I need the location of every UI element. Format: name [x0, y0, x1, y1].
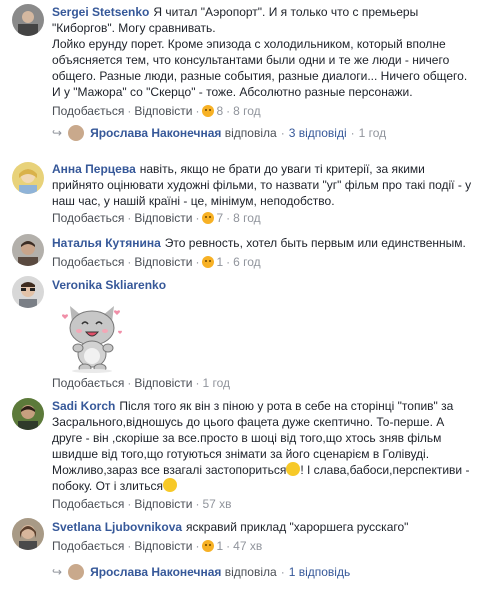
- like-button[interactable]: Подобається: [52, 211, 124, 225]
- timestamp[interactable]: 57 хв: [202, 497, 231, 511]
- comment-text: общего. Разные люди, разные события, раз…: [52, 69, 468, 83]
- reply-verb: відповіла: [224, 565, 277, 579]
- comment-author[interactable]: Svetlana Ljubovnikova: [52, 520, 182, 534]
- haha-reaction-icon[interactable]: [202, 256, 215, 268]
- reply-count: 3 відповіді: [288, 126, 347, 140]
- comment-text: Після того як він з піною у рота в себе …: [119, 399, 454, 413]
- reply-author: Ярослава Наконечная: [90, 126, 222, 140]
- timestamp[interactable]: 8 год: [233, 211, 261, 225]
- comment-body: Sergei Stetsenko Я читал "Аэропорт". И я …: [52, 4, 482, 100]
- comment-actions: Подобається · Відповісти · 1 · 47 хв: [52, 539, 263, 553]
- reply-button[interactable]: Відповісти: [134, 255, 192, 269]
- comment-actions: Подобається · Відповісти · 57 хв: [52, 497, 232, 511]
- comment-text: ! І слава,бабоси,перспективи -: [300, 463, 470, 477]
- comment-text: побоку. От і злиться: [52, 479, 164, 493]
- reply-author: Ярослава Наконечная: [90, 565, 222, 579]
- comment-actions: Подобається · Відповісти · 1 год: [52, 376, 230, 390]
- avatar[interactable]: [12, 398, 44, 430]
- comment-text: наш час, у нашій країні - це, мінімум, н…: [52, 194, 335, 208]
- avatar[interactable]: [12, 234, 44, 266]
- haha-reaction-icon[interactable]: [202, 105, 215, 117]
- reply-button[interactable]: Відповісти: [134, 211, 192, 225]
- comment-author[interactable]: Анна Перцева: [52, 162, 136, 176]
- comment-text: Лойко ерунду порет. Кроме эпизода с холо…: [52, 37, 446, 51]
- reaction-count[interactable]: 1: [216, 255, 223, 269]
- comment-body: Svetlana Ljubovnikova яскравий приклад "х…: [52, 519, 482, 535]
- cat-sticker-image[interactable]: [52, 298, 132, 374]
- reaction-count[interactable]: 8: [216, 104, 223, 118]
- comment-body: Наталья Кутянина Это ревность, хотел быть…: [52, 235, 482, 251]
- reaction-count[interactable]: 7: [216, 211, 223, 225]
- like-button[interactable]: Подобається: [52, 104, 124, 118]
- laughing-emoji-icon: [286, 462, 301, 476]
- comment-text: И у "Мажора" со "Скерцо" - тоже. Абсолют…: [52, 85, 413, 99]
- comment-author[interactable]: Sadi Korch: [52, 399, 115, 413]
- like-button[interactable]: Подобається: [52, 376, 124, 390]
- comment-text: навіть, якщо не брати до уваги ті критер…: [139, 162, 425, 176]
- reply-button[interactable]: Відповісти: [134, 104, 192, 118]
- like-button[interactable]: Подобається: [52, 539, 124, 553]
- comment-body: Sadi Korch Після того як він з піною у ро…: [52, 398, 482, 494]
- timestamp[interactable]: 8 год: [233, 104, 261, 118]
- comment-text: яскравий приклад "хароршега русскаго": [186, 520, 409, 534]
- replies-link[interactable]: ↪ Ярослава Наконечная відповіла · 3 відпові…: [52, 125, 386, 141]
- comment-author[interactable]: Sergei Stetsenko: [52, 5, 149, 19]
- comment-text: Я читал "Аэропорт". И я только что с пре…: [153, 5, 419, 19]
- avatar[interactable]: [12, 276, 44, 308]
- timestamp[interactable]: 47 хв: [233, 539, 262, 553]
- comment-text: прийнято оцінювати художні фільми, то на…: [52, 178, 472, 192]
- avatar[interactable]: [12, 162, 44, 194]
- timestamp[interactable]: 6 год: [233, 255, 261, 269]
- comment-text: Это ревность, хотел быть первым или един…: [164, 236, 466, 250]
- reply-count: 1 відповідь: [288, 565, 351, 579]
- comment-actions: Подобається · Відповісти · 8 · 8 год: [52, 104, 261, 118]
- comment-actions: Подобається · Відповісти · 1 · 6 год: [52, 255, 261, 269]
- like-button[interactable]: Подобається: [52, 497, 124, 511]
- reply-arrow-icon: ↪: [52, 565, 63, 579]
- comment-text: Засрального,відношусь до цього фацета ду…: [52, 415, 445, 429]
- comment-text: Можливо,зараз все взагалі застопориться: [52, 463, 287, 477]
- comment-text: швидше від того,що готуються знімати за …: [52, 447, 430, 461]
- comments-section: Sergei Stetsenko Я читал "Аэропорт". И я …: [0, 0, 497, 602]
- reply-button[interactable]: Відповісти: [134, 497, 192, 511]
- avatar[interactable]: [12, 518, 44, 550]
- timestamp: 1 год: [358, 126, 387, 140]
- reply-button[interactable]: Відповісти: [134, 539, 192, 553]
- comment-author[interactable]: Veronika Skliarenko: [52, 278, 166, 292]
- like-button[interactable]: Подобається: [52, 255, 124, 269]
- comment-body: Анна Перцева навіть, якщо не брати до ува…: [52, 161, 482, 209]
- reply-verb: відповіла: [224, 126, 277, 140]
- timestamp[interactable]: 1 год: [202, 376, 230, 390]
- haha-reaction-icon[interactable]: [202, 212, 215, 224]
- haha-reaction-icon[interactable]: [202, 540, 215, 552]
- reaction-count[interactable]: 1: [216, 539, 223, 553]
- comment-body: Veronika Skliarenko: [52, 277, 482, 293]
- comment-text: "Киборгов". Могу сравнивать.: [52, 21, 216, 35]
- comment-author[interactable]: Наталья Кутянина: [52, 236, 161, 250]
- smiling-emoji-icon: [163, 478, 178, 492]
- comment-text: друге - він ,скоріше за все.просто в шоц…: [52, 431, 442, 445]
- reply-button[interactable]: Відповісти: [134, 376, 192, 390]
- replies-link[interactable]: ↪ Ярослава Наконечная відповіла · 1 відпові…: [52, 564, 350, 580]
- avatar[interactable]: [12, 4, 44, 36]
- avatar: [68, 125, 85, 141]
- reply-arrow-icon: ↪: [52, 126, 63, 140]
- comment-text: объясняется тем, что консультантами были…: [52, 53, 450, 67]
- comment-actions: Подобається · Відповісти · 7 · 8 год: [52, 211, 261, 225]
- avatar: [68, 564, 85, 580]
